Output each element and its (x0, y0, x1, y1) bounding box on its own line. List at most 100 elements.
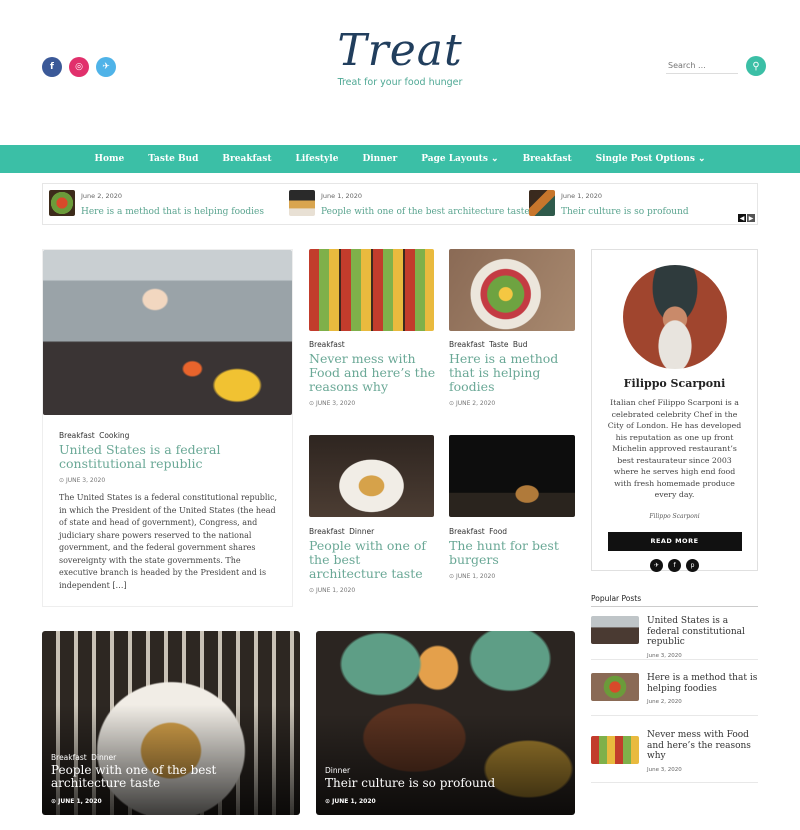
ticker-item[interactable]: June 1, 2020 Their culture is so profoun… (529, 190, 689, 217)
post-categories[interactable]: Breakfast Dinner (51, 753, 291, 762)
featured-post: Breakfast Cooking United States is a fed… (42, 249, 293, 607)
nav-item-page-layouts[interactable]: Page Layouts ⌄ (409, 154, 510, 164)
search-icon[interactable]: ⚲ (746, 56, 766, 76)
ticker-prev-icon[interactable]: ◀ (738, 214, 746, 222)
nav-item-breakfast-2[interactable]: Breakfast (511, 154, 584, 164)
search-form: ⚲ (666, 56, 766, 76)
post-categories[interactable]: Breakfast Taste Bud (449, 340, 577, 349)
post-image[interactable] (449, 435, 575, 517)
ticker-date: June 2, 2020 (81, 192, 123, 200)
author-widget: Filippo Scarponi Italian chef Filippo Sc… (591, 249, 758, 572)
twitter-icon[interactable]: ✈ (650, 558, 663, 572)
post-categories[interactable]: Breakfast (309, 340, 437, 349)
post-date-text: June 3, 2020 (65, 477, 106, 484)
nav-item-dinner[interactable]: Dinner (350, 154, 409, 164)
popular-post-date: June 3, 2020 (647, 652, 682, 659)
post-date: ⊙ June 1, 2020 (309, 587, 356, 594)
post-categories[interactable]: Breakfast Cooking (59, 431, 279, 440)
popular-posts-heading: Popular Posts (591, 594, 758, 607)
nav-item-taste-bud[interactable]: Taste Bud (136, 154, 210, 164)
ticker-nav: ◀ ▶ (738, 214, 755, 222)
divider (591, 659, 758, 660)
ticker-thumb (529, 190, 555, 216)
post-title[interactable]: People with one of the best architecture… (309, 539, 437, 581)
facebook-icon[interactable]: f (42, 57, 62, 77)
post-date: ⊙ June 3, 2020 (59, 477, 106, 484)
popular-post-thumb (591, 673, 639, 701)
main-nav: Home Taste Bud Breakfast Lifestyle Dinne… (0, 145, 800, 173)
nav-item-lifestyle[interactable]: Lifestyle (283, 154, 350, 164)
post-date-text: June 1, 2020 (58, 798, 102, 805)
post-date-text: June 3, 2020 (315, 400, 356, 407)
ticker-item[interactable]: June 2, 2020 Here is a method that is he… (49, 190, 264, 217)
avatar (622, 265, 727, 369)
post-excerpt: The United States is a federal constitut… (59, 493, 278, 590)
ticker-title[interactable]: People with one of the best architecture… (321, 207, 530, 217)
ticker-date: June 1, 2020 (561, 192, 603, 200)
nav-item-breakfast[interactable]: Breakfast (210, 154, 283, 164)
post-date: ⊙ June 1, 2020 (325, 798, 376, 805)
post-date-text: June 1, 2020 (315, 587, 356, 594)
post-image[interactable] (309, 435, 434, 517)
popular-post-title[interactable]: Never mess with Food and here’s the reas… (647, 730, 758, 762)
post-date: ⊙ June 2, 2020 (449, 400, 496, 407)
post-image[interactable] (309, 249, 434, 331)
ticker-next-icon[interactable]: ▶ (747, 214, 755, 222)
news-ticker: June 2, 2020 Here is a method that is he… (42, 183, 758, 225)
site-logo[interactable]: Treat Treat for your food hunger (300, 25, 500, 89)
instagram-icon[interactable]: ◎ (69, 57, 89, 77)
ticker-title[interactable]: Here is a method that is helping foodies (81, 207, 264, 217)
post-date: ⊙ June 3, 2020 (309, 400, 356, 407)
popular-post-item[interactable]: United States is a federal constitutiona… (591, 616, 758, 659)
divider (591, 715, 758, 716)
popular-post-item[interactable]: Here is a method that is helping foodies… (591, 673, 758, 705)
author-social-links: ✈ f p (592, 558, 757, 572)
ticker-item[interactable]: June 1, 2020 People with one of the best… (289, 190, 530, 217)
featured-image[interactable] (43, 250, 292, 415)
twitter-icon[interactable]: ✈ (96, 57, 116, 77)
ticker-thumb (49, 190, 75, 216)
popular-post-date: June 2, 2020 (647, 699, 682, 705)
post-date: ⊙ June 1, 2020 (51, 798, 102, 805)
post-title[interactable]: United States is a federal constitutiona… (59, 443, 279, 471)
popular-post-thumb (591, 736, 639, 764)
nav-item-single-post-options[interactable]: Single Post Options ⌄ (584, 154, 718, 164)
nav-item-home[interactable]: Home (82, 154, 136, 164)
social-links: f ◎ ✈ (42, 57, 116, 77)
post-date-text: June 1, 2020 (455, 573, 496, 580)
site-tagline: Treat for your food hunger (337, 77, 463, 88)
post-card: Breakfast Food The hunt for best burgers… (449, 527, 577, 580)
read-more-button[interactable]: READ MORE (607, 531, 742, 551)
post-date-text: June 2, 2020 (455, 400, 496, 407)
post-card: Breakfast Never mess with Food and here’… (309, 340, 437, 407)
post-date: ⊙ June 1, 2020 (449, 573, 496, 580)
post-categories[interactable]: Breakfast Dinner (309, 527, 437, 536)
post-card: Breakfast Dinner People with one of the … (309, 527, 437, 594)
popular-post-item[interactable]: Never mess with Food and here’s the reas… (591, 730, 758, 773)
overlay-post-card[interactable]: Dinner Their culture is so profound ⊙ Ju… (316, 631, 575, 815)
popular-post-thumb (591, 616, 639, 644)
ticker-title[interactable]: Their culture is so profound (561, 207, 689, 217)
post-date-text: June 1, 2020 (332, 798, 376, 805)
post-title[interactable]: Here is a method that is helping foodies (449, 352, 577, 394)
ticker-thumb (289, 190, 315, 216)
popular-post-title[interactable]: United States is a federal constitutiona… (647, 616, 758, 648)
post-image[interactable] (449, 249, 575, 331)
logo-title: Treat (337, 25, 463, 76)
search-input[interactable] (666, 58, 738, 74)
post-title[interactable]: Never mess with Food and here’s the reas… (309, 352, 437, 394)
divider (591, 782, 758, 783)
post-title[interactable]: People with one of the best architecture… (51, 764, 291, 790)
ticker-date: June 1, 2020 (321, 192, 363, 200)
pinterest-icon[interactable]: p (686, 558, 699, 572)
post-categories[interactable]: Breakfast Food (449, 527, 577, 536)
post-categories[interactable]: Dinner (325, 766, 565, 775)
overlay-post-card[interactable]: Breakfast Dinner People with one of the … (42, 631, 300, 815)
facebook-icon[interactable]: f (668, 558, 681, 572)
author-bio: Italian chef Filippo Scarponi is a celeb… (607, 398, 742, 499)
post-title[interactable]: The hunt for best burgers (449, 539, 577, 567)
author-signature: Filippo Scarponi (649, 512, 700, 520)
author-name: Filippo Scarponi (623, 377, 726, 390)
popular-post-title[interactable]: Here is a method that is helping foodies (647, 673, 758, 694)
post-title[interactable]: Their culture is so profound (325, 777, 565, 790)
